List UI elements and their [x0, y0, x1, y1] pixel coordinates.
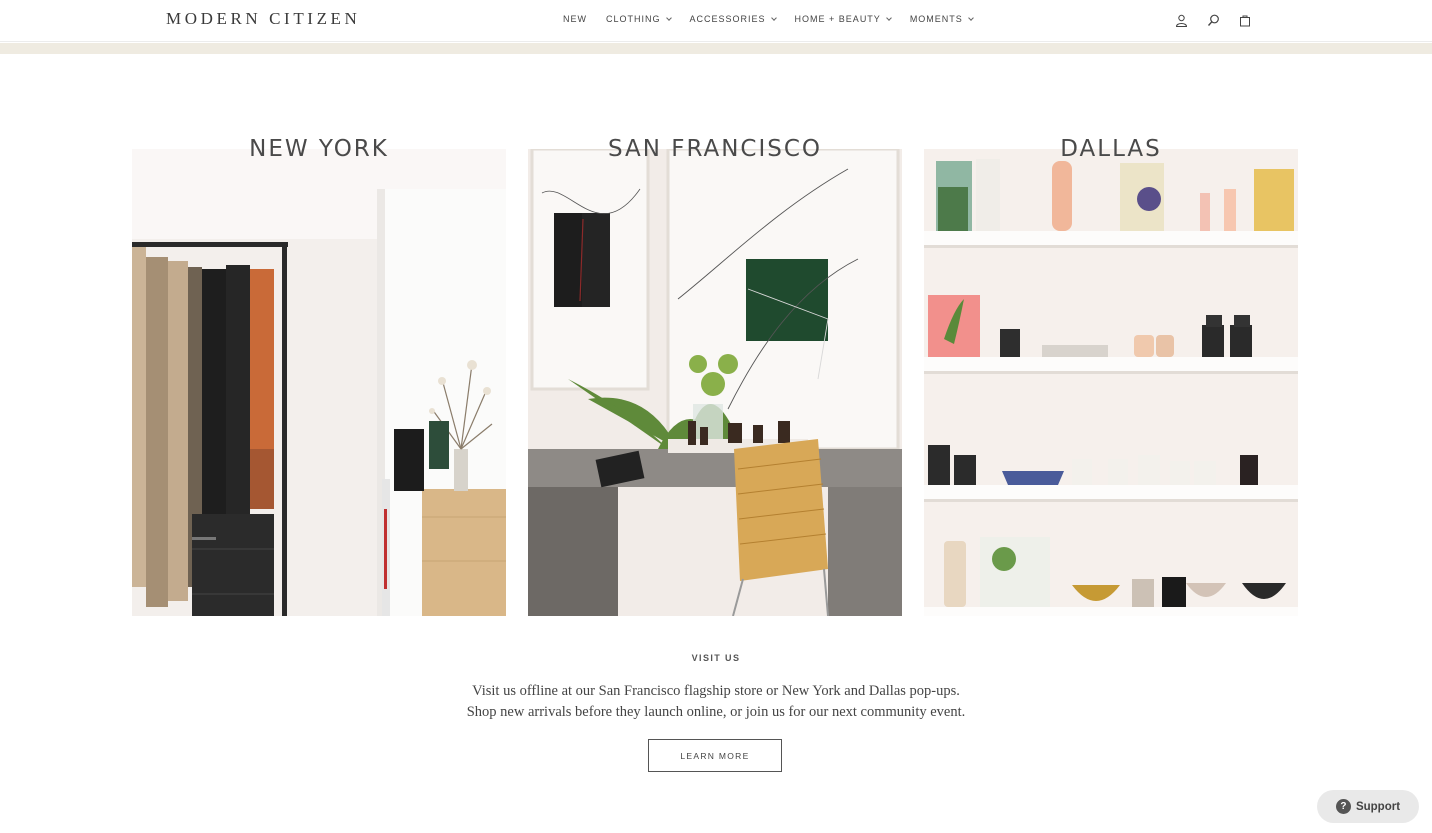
visit-us-label: VISIT US — [691, 653, 741, 663]
promo-strip — [0, 43, 1432, 54]
cart-icon[interactable] — [1237, 12, 1253, 28]
search-icon[interactable] — [1205, 12, 1221, 28]
site-header: MODERN CITIZEN NEW CLOTHING ACCESSORIES … — [0, 0, 1432, 42]
support-label: Support — [1355, 800, 1401, 813]
chevron-down-icon — [665, 14, 672, 21]
chevron-down-icon — [770, 14, 777, 21]
store-title: SAN FRANCISCO — [607, 136, 823, 162]
main-nav: NEW CLOTHING ACCESSORIES HOME + BEAUTY M… — [563, 14, 992, 24]
nav-item-new[interactable]: NEW — [563, 14, 587, 24]
nav-item-label: MOMENTS — [909, 14, 963, 24]
header-icons — [1173, 12, 1253, 28]
chevron-down-icon — [885, 14, 892, 21]
nav-item-label: CLOTHING — [606, 14, 661, 24]
visit-us-line-2: Shop new arrivals before they launch onl… — [466, 704, 966, 720]
help-icon: ? — [1335, 799, 1351, 814]
store-card-san-francisco[interactable]: SAN FRANCISCO — [528, 134, 902, 616]
visit-us-line-1: Visit us offline at our San Francisco fl… — [472, 683, 960, 699]
store-title: DALLAS — [1060, 136, 1162, 162]
store-title: NEW YORK — [249, 136, 389, 162]
store-photo-san-francisco[interactable] — [528, 149, 902, 616]
support-button[interactable]: ? Support — [1317, 790, 1419, 823]
nav-item-moments[interactable]: MOMENTS — [909, 14, 974, 24]
nav-item-label: ACCESSORIES — [689, 14, 766, 24]
nav-item-label: HOME + BEAUTY — [794, 14, 881, 24]
visit-us-text: Visit us offline at our San Francisco fl… — [0, 681, 1432, 723]
store-card-new-york[interactable]: NEW YORK — [132, 134, 506, 616]
learn-more-button[interactable]: LEARN MORE — [648, 739, 782, 772]
store-photo-dallas[interactable] — [924, 149, 1298, 616]
site-logo[interactable]: MODERN CITIZEN — [166, 9, 360, 29]
chevron-down-icon — [967, 14, 974, 21]
store-photo-new-york[interactable] — [132, 149, 506, 616]
account-icon[interactable] — [1173, 12, 1189, 28]
store-cards: NEW YORK SAN FRANCISCO DALLAS — [132, 134, 1298, 616]
nav-item-accessories[interactable]: ACCESSORIES — [689, 14, 777, 24]
nav-item-clothing[interactable]: CLOTHING — [606, 14, 672, 24]
nav-item-home-beauty[interactable]: HOME + BEAUTY — [794, 14, 892, 24]
store-card-dallas[interactable]: DALLAS — [924, 134, 1298, 616]
promo-strip-fill — [0, 43, 1432, 54]
nav-item-label: NEW — [563, 14, 587, 24]
